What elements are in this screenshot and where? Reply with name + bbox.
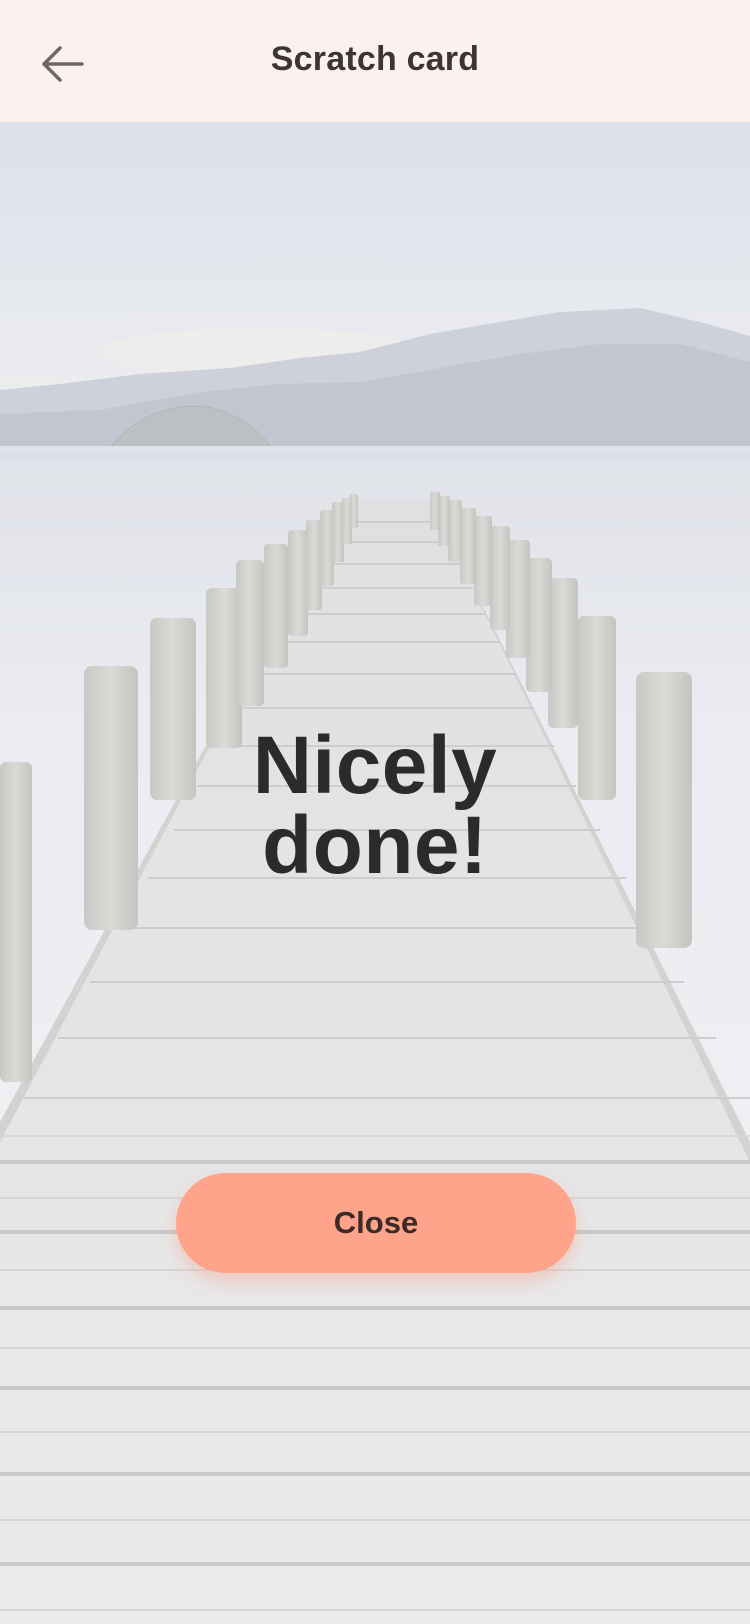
result-line-1: Nicely [252,720,498,811]
app-header: Scratch card [0,0,750,122]
scratch-result-panel: Nicely done! Close [0,122,750,1624]
close-button[interactable]: Close [176,1173,576,1273]
result-message: Nicely done! [0,720,750,891]
scratch-card-screen: Scratch card Nicely done! Close [0,0,750,1624]
page-title: Scratch card [270,40,480,78]
result-line-2: done! [262,800,488,891]
